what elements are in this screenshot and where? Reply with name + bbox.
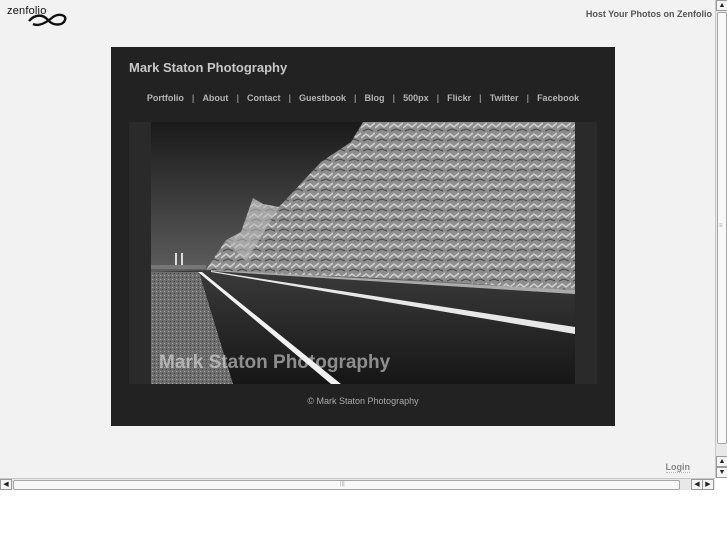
nav-item-flickr[interactable]: Flickr [447,93,471,103]
nav-separator: | [436,93,440,103]
nav-separator: | [392,93,396,103]
horizontal-scrollbar[interactable]: ◀ ||| ◀ ▶ [0,478,715,490]
login-link[interactable]: Login [665,462,690,473]
nav-separator: | [191,93,195,103]
scroll-up-arrow-icon[interactable]: ▲ [716,0,727,11]
photo-frame: Mark Staton Photography [129,122,597,384]
main-nav: Portfolio | About | Contact | Guestbook | Blog | 5… [111,93,615,103]
scroll-right-arrow-icon[interactable]: ▶ [702,479,714,490]
copyright-text: © Mark Staton Photography [307,396,419,406]
infinity-loop-icon [28,13,67,27]
nav-item-about[interactable]: About [202,93,228,103]
thumb-grip-icon: ≡ [719,223,723,229]
nav-item-facebook[interactable]: Facebook [537,93,579,103]
nav-item-guestbook[interactable]: Guestbook [299,93,346,103]
nav-separator: | [236,93,239,103]
horizontal-scroll-thumb[interactable]: ||| [13,480,680,490]
scroll-down-arrow-icon[interactable]: ▼ [716,467,727,478]
vertical-scroll-thumb[interactable]: ≡ [717,12,727,444]
nav-item-twitter[interactable]: Twitter [490,93,519,103]
zenfolio-logo[interactable]: zenfolio [7,5,69,27]
site-title[interactable]: Mark Staton Photography [129,60,287,75]
nav-separator: | [288,93,291,103]
nav-item-blog[interactable]: Blog [365,93,385,103]
host-photos-link[interactable]: Host Your Photos on Zenfolio [586,9,712,19]
nav-separator: | [526,93,530,103]
featured-photo[interactable]: Mark Staton Photography [151,122,575,384]
nav-separator: | [479,93,482,103]
scroll-left-arrow-icon[interactable]: ◀ [0,479,12,490]
nav-separator: | [354,93,357,103]
vertical-scrollbar[interactable]: ▲ ≡ ▲ ▼ [715,0,727,478]
road-photo-image [151,122,575,384]
hthumb-grip-icon: ||| [340,481,345,487]
photo-watermark: Mark Staton Photography [159,352,391,373]
nav-item-500px[interactable]: 500px [403,93,429,103]
page-viewport: zenfolio Host Your Photos on Zenfolio Ma… [0,0,715,478]
nav-item-contact[interactable]: Contact [247,93,281,103]
nav-item-portfolio[interactable]: Portfolio [147,93,184,103]
scroll-up-arrow-lower-icon[interactable]: ▲ [716,456,727,467]
site-panel: Mark Staton Photography Portfolio | About |… [111,47,615,426]
